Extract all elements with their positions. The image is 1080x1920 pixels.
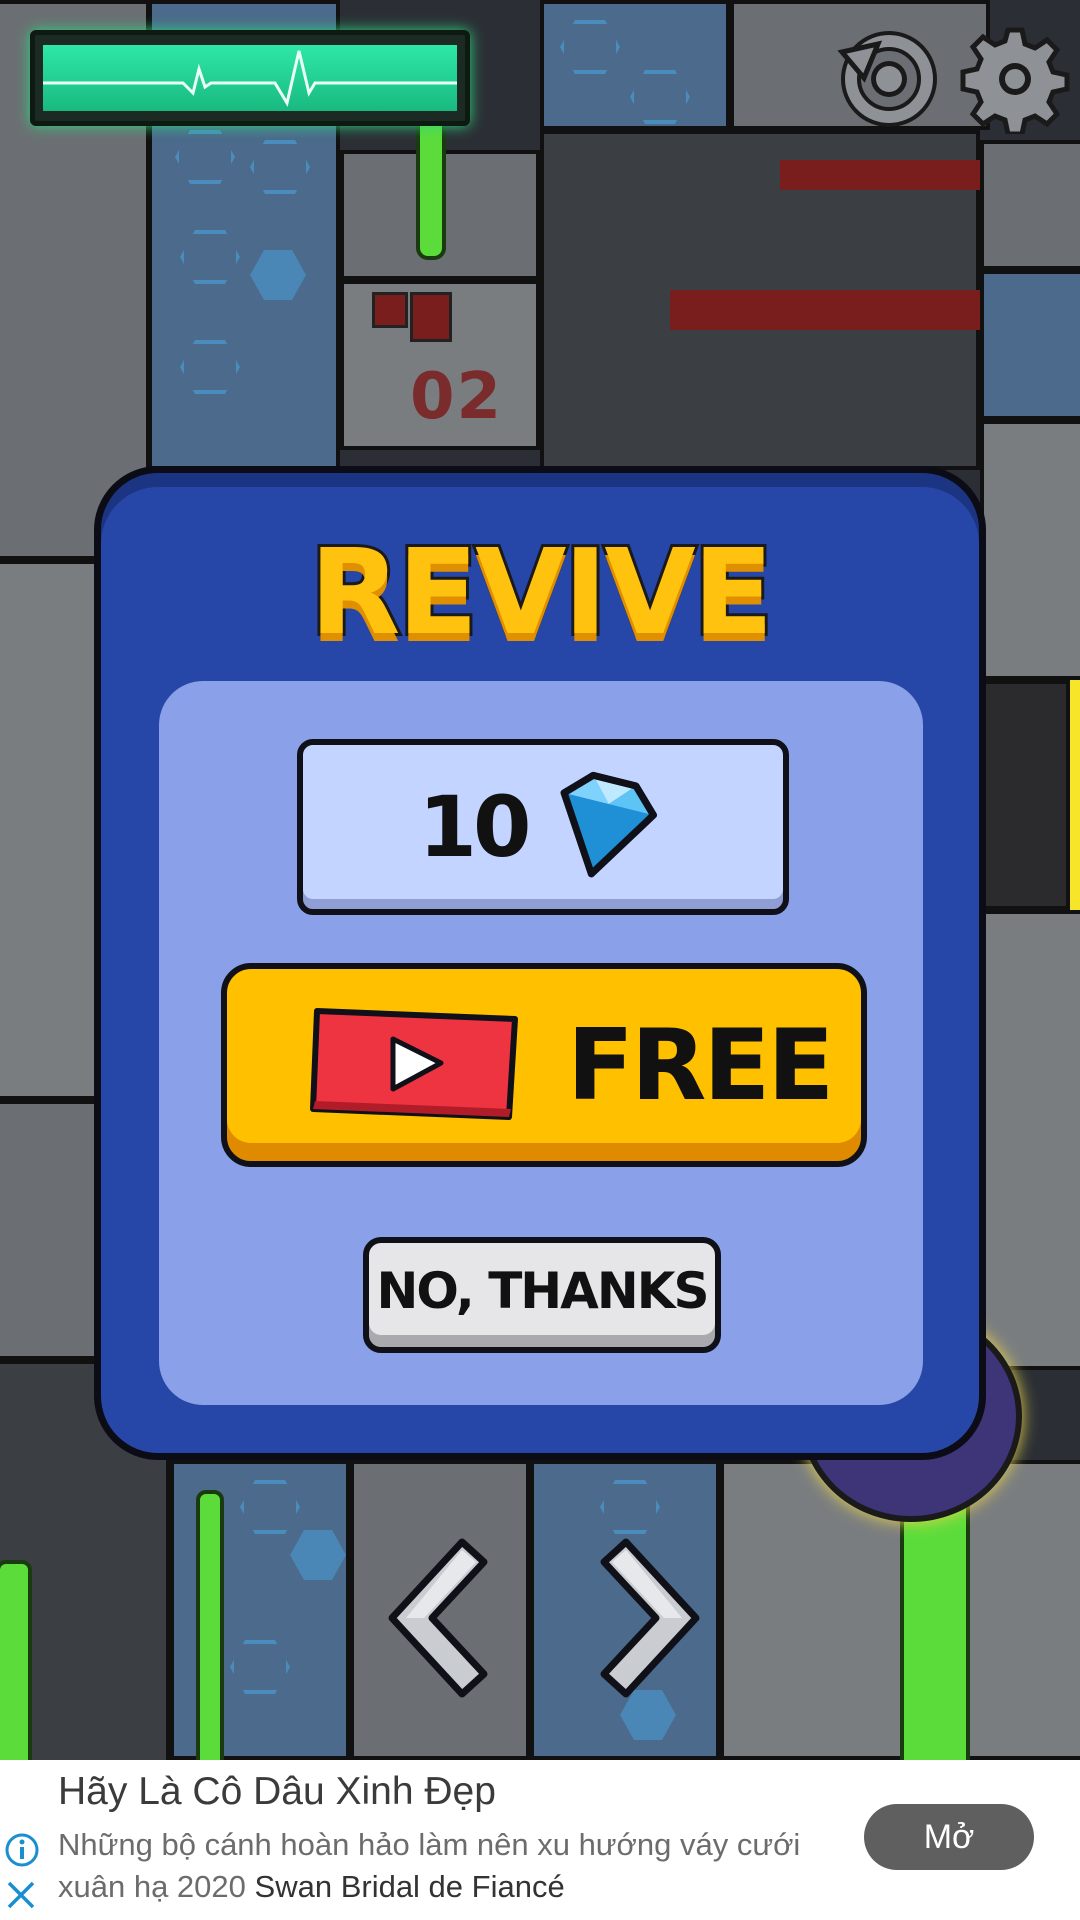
- door-light: [372, 292, 408, 328]
- free-label: FREE: [567, 1009, 834, 1123]
- door-light: [410, 292, 452, 342]
- revive-free-video-button[interactable]: FREE: [221, 963, 867, 1167]
- chevron-right-icon[interactable]: [594, 1536, 704, 1700]
- revive-with-gems-button[interactable]: 10: [297, 739, 789, 915]
- no-thanks-button[interactable]: NO, THANKS: [363, 1237, 721, 1353]
- wall-panel: [980, 420, 1080, 680]
- wall-panel: [980, 140, 1080, 270]
- wall-panel: [0, 560, 100, 1100]
- gear-icon[interactable]: [960, 24, 1070, 134]
- ad-title[interactable]: Hãy Là Cô Dâu Xinh Đẹp: [58, 1770, 496, 1814]
- hex-panel: [540, 0, 730, 130]
- slime-pipe: [900, 1480, 970, 1760]
- chevron-left-icon[interactable]: [384, 1536, 494, 1700]
- play-video-icon: [310, 1008, 518, 1120]
- dialog-title: REVIVE: [307, 520, 777, 664]
- ad-description: Những bộ cánh hoàn hảo làm nên xu hướng …: [58, 1824, 848, 1908]
- slime-pipe: [0, 1560, 32, 1760]
- info-icon[interactable]: [4, 1832, 40, 1868]
- wall-panel: [0, 1100, 100, 1360]
- gem-cost: 10: [418, 778, 532, 876]
- ad-banner[interactable]: Hãy Là Cô Dâu Xinh Đẹp Những bộ cánh hoà…: [0, 1760, 1080, 1920]
- door-number: 02: [410, 360, 504, 434]
- dialog-content: 10 FREE NO, THANKS: [159, 681, 923, 1405]
- hex-panel: [980, 270, 1080, 420]
- red-strip: [670, 290, 980, 330]
- ad-brand: Swan Bridal de Fiancé: [254, 1869, 565, 1904]
- red-strip: [780, 160, 980, 190]
- revive-dialog: REVIVE 10 FREE NO, THANKS: [94, 466, 986, 1460]
- health-monitor: [30, 30, 470, 126]
- diamond-icon: [561, 771, 658, 878]
- close-icon[interactable]: [4, 1878, 38, 1912]
- wall-panel: [980, 910, 1080, 1370]
- no-thanks-label: NO, THANKS: [376, 1262, 710, 1320]
- slime-pipe: [196, 1490, 224, 1760]
- wall-panel: [980, 680, 1070, 910]
- restart-icon[interactable]: [834, 24, 944, 134]
- ad-open-button[interactable]: Mở: [864, 1804, 1034, 1870]
- heartbeat-monitor-icon: [43, 50, 457, 107]
